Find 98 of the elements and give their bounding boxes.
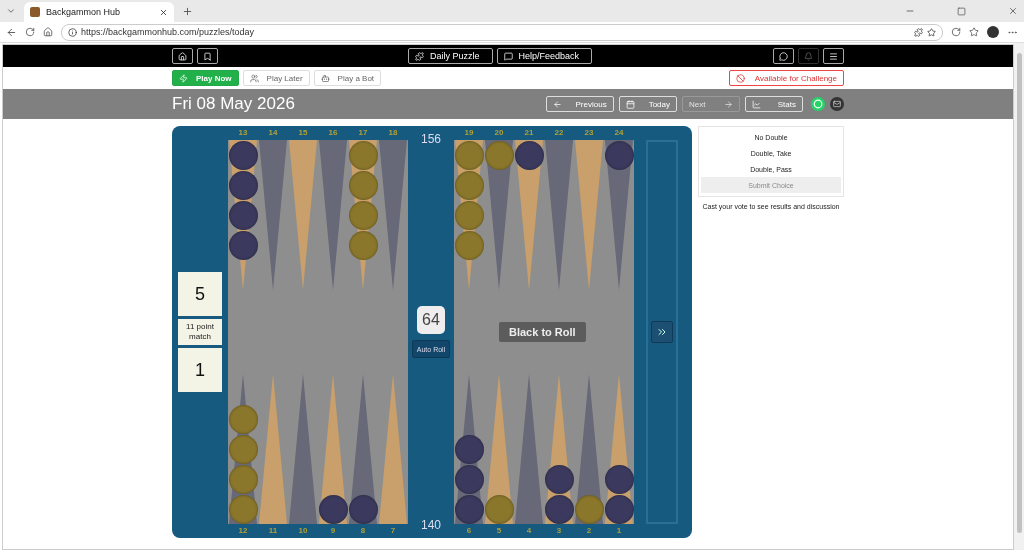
- browser-tab[interactable]: Backgammon Hub: [24, 2, 174, 22]
- status-label: Black to Roll: [499, 322, 586, 342]
- close-icon[interactable]: [1008, 6, 1018, 16]
- close-icon[interactable]: [159, 7, 168, 17]
- lightning-icon: [179, 73, 188, 83]
- date-nav-button[interactable]: Today: [618, 96, 677, 112]
- home-icon[interactable]: [43, 27, 53, 37]
- robot-icon: [320, 73, 330, 83]
- bookmark-icon: [203, 51, 212, 61]
- checker[interactable]: [348, 230, 378, 260]
- url-text: https://backgammonhub.com/puzzles/today: [81, 27, 255, 37]
- bookmark-button[interactable]: [197, 48, 218, 64]
- prohibited-icon: [735, 73, 745, 83]
- checker[interactable]: [454, 230, 484, 260]
- point-number: 10: [297, 525, 309, 537]
- checker[interactable]: [228, 464, 258, 494]
- mail-icon: [833, 100, 841, 108]
- challenge-button[interactable]: Available for Challenge: [728, 70, 844, 86]
- point-number: 17: [357, 127, 369, 139]
- checker[interactable]: [454, 464, 484, 494]
- reload-icon[interactable]: [25, 27, 35, 37]
- date-nav-button[interactable]: Stats: [745, 96, 803, 112]
- calendar-icon: [625, 99, 635, 109]
- point-number: 4: [525, 525, 533, 537]
- checker[interactable]: [348, 170, 378, 200]
- point-number: 11: [267, 525, 279, 537]
- date-nav-button[interactable]: Previous: [545, 96, 614, 112]
- chat-icon: [779, 51, 788, 61]
- favorites-icon[interactable]: [969, 27, 979, 37]
- checker[interactable]: [228, 200, 258, 230]
- point-number: 14: [267, 127, 279, 139]
- doubling-cube[interactable]: 64: [417, 306, 445, 334]
- home-icon: [178, 51, 187, 61]
- checker[interactable]: [228, 434, 258, 464]
- star-icon[interactable]: [927, 27, 936, 37]
- puzzle-icon[interactable]: [914, 27, 923, 37]
- pip-count: 156: [421, 132, 441, 146]
- point-number: 24: [613, 127, 625, 139]
- menu-button[interactable]: [823, 48, 844, 64]
- point-number: 2: [585, 525, 593, 537]
- play-button[interactable]: Play a Bot: [313, 70, 382, 86]
- double-chevron-icon: [656, 326, 668, 338]
- point-number: 21: [523, 127, 535, 139]
- bell-icon: [804, 51, 813, 61]
- checker[interactable]: [228, 404, 258, 434]
- favicon-icon: [30, 7, 40, 17]
- checker[interactable]: [454, 170, 484, 200]
- chart-icon: [752, 99, 761, 109]
- nav-button[interactable]: Daily Puzzle: [408, 48, 493, 64]
- point-number: 22: [553, 127, 565, 139]
- checker[interactable]: [454, 200, 484, 230]
- point-number: 13: [237, 127, 249, 139]
- tab-list-icon[interactable]: [6, 6, 16, 16]
- puzzle-date: Fri 08 May 2026: [172, 94, 295, 114]
- point-number: 23: [583, 127, 595, 139]
- match-score: 5: [178, 272, 222, 316]
- address-bar[interactable]: https://backgammonhub.com/puzzles/today: [61, 23, 943, 41]
- point-number: 1: [615, 525, 623, 537]
- point-number: 9: [329, 525, 337, 537]
- point-number: 5: [495, 525, 503, 537]
- checker[interactable]: [604, 464, 634, 494]
- chat-button[interactable]: [773, 48, 794, 64]
- arrow-left-icon: [552, 99, 562, 109]
- maximize-icon[interactable]: [957, 6, 966, 16]
- checker[interactable]: [228, 230, 258, 260]
- point-number: 7: [389, 525, 397, 537]
- message-icon: [503, 51, 513, 61]
- tab-title: Backgammon Hub: [46, 7, 122, 17]
- people-icon: [249, 73, 259, 83]
- avatar-icon[interactable]: [987, 26, 999, 38]
- pip-count: 140: [421, 518, 441, 532]
- scrollbar-thumb[interactable]: [1016, 53, 1022, 533]
- back-icon[interactable]: [6, 26, 17, 38]
- nav-button[interactable]: Help/Feedback: [496, 48, 593, 64]
- point-number: 8: [359, 525, 367, 537]
- checker[interactable]: [454, 434, 484, 464]
- puzzle-icon: [415, 51, 424, 61]
- point-number: 20: [493, 127, 505, 139]
- checker[interactable]: [348, 200, 378, 230]
- match-length: 11 point match: [178, 319, 222, 345]
- point-number: 18: [387, 127, 399, 139]
- bear-off-button[interactable]: [651, 321, 673, 343]
- home-button[interactable]: [172, 48, 193, 64]
- arrow-right-icon: [724, 99, 733, 109]
- point-number: 3: [555, 525, 563, 537]
- mail-button[interactable]: [830, 97, 844, 111]
- point-number: 15: [297, 127, 309, 139]
- checker[interactable]: [544, 464, 574, 494]
- new-tab-icon[interactable]: [182, 5, 193, 17]
- match-score: 1: [178, 348, 222, 392]
- point-number: 19: [463, 127, 475, 139]
- site-info-icon[interactable]: [68, 27, 77, 37]
- point-number: 12: [237, 525, 249, 537]
- play-button[interactable]: Play Later: [242, 70, 310, 86]
- checker[interactable]: [228, 170, 258, 200]
- point-number: 16: [327, 127, 339, 139]
- point-number: 6: [465, 525, 473, 537]
- menu-icon: [829, 51, 838, 61]
